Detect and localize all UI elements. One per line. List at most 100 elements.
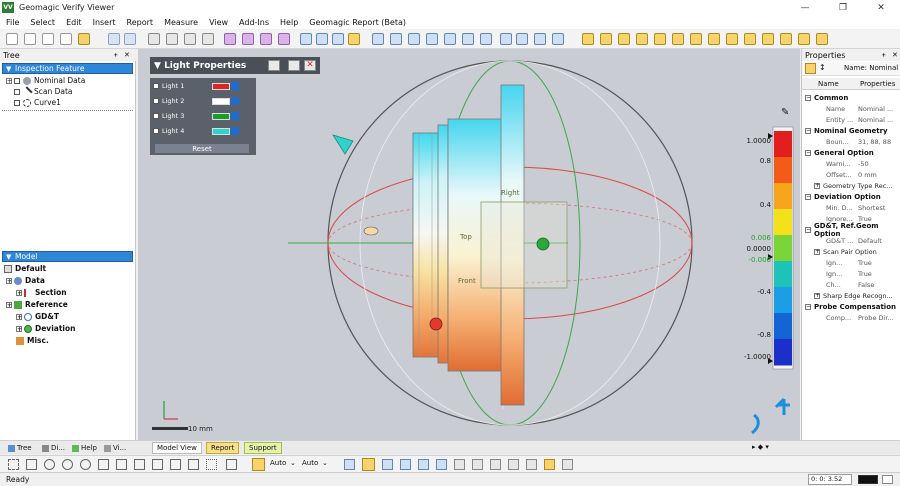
filter-icon[interactable] (226, 459, 237, 470)
close-button[interactable]: ✕ (862, 0, 900, 15)
rotate-icon[interactable] (242, 33, 254, 45)
view-label-right[interactable]: Right (501, 189, 520, 197)
tab-support[interactable]: Support (244, 442, 282, 454)
sort-icon[interactable]: ↕ (819, 63, 826, 72)
nav-arrows-icon[interactable]: ▸ ◆ ▾ (752, 443, 769, 451)
collapse-icon[interactable]: − (805, 193, 811, 200)
property-subsection[interactable]: + Scan Pair Option (802, 246, 900, 257)
tree-item-curve1[interactable]: Curve1 (14, 98, 61, 107)
view-top-icon[interactable] (444, 33, 456, 45)
pin-icon[interactable]: ᚐ (114, 51, 117, 59)
display-option-12-icon[interactable] (780, 33, 792, 45)
render-flat-icon[interactable] (332, 33, 344, 45)
property-section[interactable]: − Probe Compensation (802, 301, 900, 312)
light-2-row[interactable]: Light 2 (153, 97, 239, 105)
property-section[interactable]: − General Option (802, 147, 900, 158)
expand-icon[interactable]: + (6, 77, 12, 84)
align-icon[interactable] (500, 33, 512, 45)
model-item-default[interactable]: Default (4, 264, 46, 273)
visibility-checkbox[interactable] (14, 99, 20, 106)
property-row[interactable]: Ign... True (802, 268, 900, 279)
display-option-13-icon[interactable] (798, 33, 810, 45)
categorized-icon[interactable] (805, 63, 816, 74)
minimize-button[interactable]: — (786, 0, 824, 15)
tab-model-view[interactable]: Model View (152, 442, 202, 454)
menu-measure[interactable]: Measure (164, 18, 198, 27)
poly-select-icon[interactable] (62, 459, 73, 470)
collapse-icon[interactable]: − (805, 94, 811, 101)
property-row[interactable]: Min. D... Shortest (802, 202, 900, 213)
property-section[interactable]: − Nominal Geometry (802, 125, 900, 136)
edit-icon[interactable] (288, 60, 300, 71)
property-value[interactable]: 31, 88, 88 (858, 138, 891, 146)
pick-icon[interactable] (252, 458, 265, 471)
tree-item-scan-data[interactable]: Scan Data (14, 85, 73, 98)
light-3-checkbox[interactable] (153, 113, 159, 119)
light-1-color[interactable] (212, 82, 230, 90)
model-item-data[interactable]: + Data (6, 276, 45, 285)
property-value[interactable]: Shortest (858, 204, 885, 212)
property-row[interactable]: Entity ... Nominal ... (802, 114, 900, 125)
property-value[interactable]: False (858, 281, 874, 289)
expand-icon[interactable]: + (6, 301, 12, 308)
open-file-icon[interactable] (42, 33, 54, 45)
view-bottom-icon[interactable] (462, 33, 474, 45)
paint-select-icon[interactable] (116, 459, 127, 470)
extend-select-icon[interactable] (152, 459, 163, 470)
light-4-marker-icon[interactable] (332, 134, 354, 155)
property-value[interactable]: -50 (858, 160, 869, 168)
rotate-arrow-icon[interactable] (751, 413, 760, 435)
property-value[interactable]: Default (858, 237, 882, 245)
render-solid-icon[interactable] (348, 33, 360, 45)
tree-item-nominal-data[interactable]: + Nominal Data (6, 76, 85, 85)
display-option-10-icon[interactable] (744, 33, 756, 45)
measure-2-icon[interactable] (362, 458, 375, 471)
menu-file[interactable]: File (6, 18, 19, 27)
light-properties-header[interactable]: ▼ Light Properties ✕ (150, 57, 320, 74)
light-3-row[interactable]: Light 3 (153, 112, 239, 120)
collapse-icon[interactable]: − (805, 303, 811, 310)
menu-insert[interactable]: Insert (93, 18, 116, 27)
redo-icon[interactable] (124, 33, 136, 45)
menu-geomagic-report[interactable]: Geomagic Report (Beta) (309, 18, 406, 27)
dropdown-icon[interactable] (231, 127, 239, 135)
view-iso-icon[interactable] (480, 33, 492, 45)
view-direction-icon[interactable] (260, 33, 272, 45)
property-subsection[interactable]: + Sharp Edge Recogn... (802, 290, 900, 301)
measure-11-icon[interactable] (526, 459, 537, 470)
menu-view[interactable]: View (209, 18, 228, 27)
property-section[interactable]: − GD&T, Ref.Geom Option (802, 222, 900, 238)
display-option-14-icon[interactable] (816, 33, 828, 45)
menu-report[interactable]: Report (127, 18, 154, 27)
display-option-2-icon[interactable] (600, 33, 612, 45)
auto-select-1[interactable]: Auto (270, 459, 286, 467)
expand-icon[interactable]: + (16, 289, 22, 296)
pin-icon[interactable]: ✎ (781, 107, 789, 118)
property-value[interactable]: 0 mm (858, 171, 877, 179)
measure-1-icon[interactable] (344, 459, 355, 470)
brush-select-icon[interactable] (98, 459, 109, 470)
measure-8-icon[interactable] (472, 459, 483, 470)
measure-9-icon[interactable] (490, 459, 501, 470)
flip-icon[interactable] (516, 33, 528, 45)
inspection-feature-header[interactable]: ▼ Inspection Feature (2, 63, 133, 74)
measure-4-icon[interactable] (400, 459, 411, 470)
property-row[interactable]: Boun... 31, 88, 88 (802, 136, 900, 147)
dropdown-icon[interactable] (231, 112, 239, 120)
property-row[interactable]: Ign... True (802, 257, 900, 268)
visibility-checkbox[interactable] (14, 88, 20, 95)
expand-icon[interactable]: + (16, 313, 22, 320)
auto-select-2[interactable]: Auto (302, 459, 318, 467)
tab-display[interactable]: Di... (38, 442, 69, 454)
dropdown-icon[interactable] (231, 97, 239, 105)
circle-select-icon[interactable] (44, 459, 55, 470)
expand-icon[interactable]: + (16, 325, 22, 332)
visible-only-icon[interactable] (206, 459, 217, 470)
mirror-icon[interactable] (552, 33, 564, 45)
property-value[interactable]: Nominal ... (858, 105, 893, 113)
clear-select-icon[interactable] (188, 459, 199, 470)
display-option-4-icon[interactable] (636, 33, 648, 45)
property-section[interactable]: − Deviation Option (802, 191, 900, 202)
property-subsection[interactable]: + Geometry Type Rec... (802, 180, 900, 191)
property-value[interactable]: True (858, 270, 872, 278)
